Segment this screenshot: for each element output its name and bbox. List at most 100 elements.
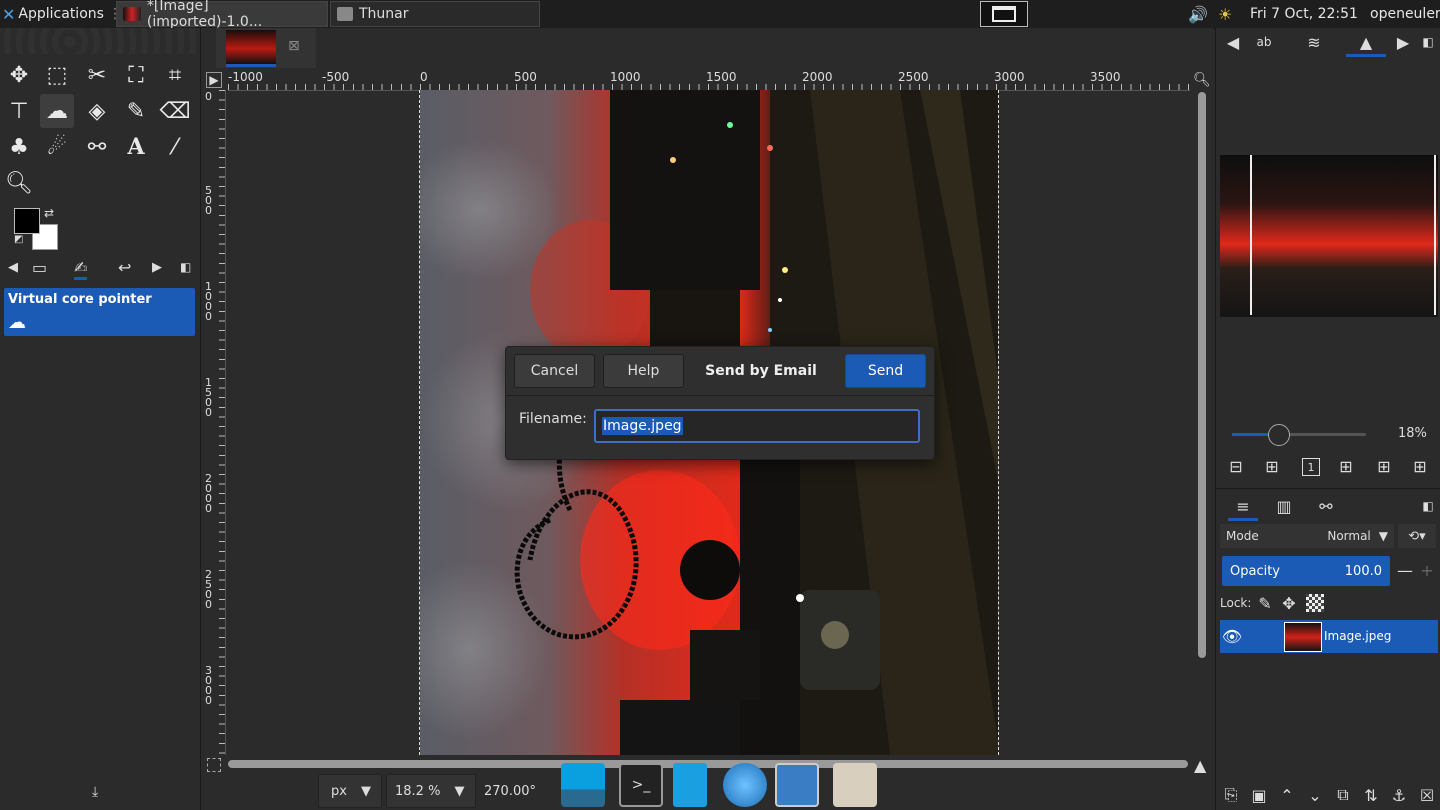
- zoom-in-icon[interactable]: ⊞: [1264, 457, 1280, 476]
- terminal-icon[interactable]: >_: [619, 763, 663, 807]
- navigate-icon[interactable]: ▲: [1194, 756, 1206, 775]
- visibility-eye-icon[interactable]: 👁︎: [1222, 626, 1242, 646]
- navigator-viewport-frame: [1250, 155, 1436, 315]
- smudge-tool-icon[interactable]: ☄: [40, 130, 74, 164]
- decrease-icon[interactable]: —: [1397, 560, 1413, 580]
- increase-icon[interactable]: +: [1420, 560, 1434, 580]
- show-desktop-icon[interactable]: [561, 763, 605, 807]
- lock-position-icon[interactable]: ✥: [1280, 594, 1298, 613]
- tab-channels-icon[interactable]: ▥: [1272, 494, 1296, 518]
- web-browser-icon[interactable]: [723, 763, 767, 807]
- tab-layers-icon[interactable]: ≡: [1228, 494, 1258, 521]
- color-picker-tool-icon[interactable]: ⁄: [158, 130, 192, 164]
- bucket-fill-tool-icon[interactable]: ◈: [80, 94, 114, 128]
- zoom-selection-icon[interactable]: ⊞: [1412, 457, 1428, 476]
- paths-tool-icon[interactable]: ⚯: [80, 130, 114, 164]
- anchor-layer-icon[interactable]: ⚓: [1390, 786, 1408, 805]
- tab-paths-icon[interactable]: ⚯: [1314, 494, 1338, 518]
- app-finder-icon[interactable]: [775, 763, 819, 807]
- paintbrush-tool-icon[interactable]: ✎: [119, 94, 153, 128]
- volume-icon[interactable]: 🔊: [1188, 0, 1208, 28]
- vertical-scrollbar[interactable]: [1198, 92, 1206, 658]
- navigator-preview[interactable]: [1220, 155, 1438, 317]
- task-label: *[Image] (imported)-1.0...: [146, 0, 263, 30]
- move-tool-icon[interactable]: ✥: [2, 58, 36, 92]
- clock[interactable]: Fri 7 Oct, 22:51: [1250, 0, 1358, 28]
- zoom-selector[interactable]: 18.2 % ▼: [386, 774, 476, 808]
- close-tab-icon[interactable]: ⊠: [288, 38, 300, 54]
- tab-undo-history-icon[interactable]: ↩: [118, 258, 131, 277]
- delete-layer-icon[interactable]: ☒: [1418, 786, 1436, 805]
- tab-menu-icon[interactable]: ◧: [1420, 32, 1436, 52]
- zoom-tool-icon[interactable]: 🔍︎: [2, 166, 36, 200]
- save-device-status-icon[interactable]: ⤓: [92, 784, 98, 800]
- tab-scroll-right-icon[interactable]: ▶: [152, 260, 162, 275]
- tab-menu-icon[interactable]: ◧: [180, 260, 191, 274]
- file-manager-icon[interactable]: [673, 763, 707, 807]
- filename-input[interactable]: Image.jpeg: [594, 409, 920, 443]
- scissors-select-tool-icon[interactable]: ✂: [80, 58, 114, 92]
- raise-layer-icon[interactable]: ⌃: [1278, 786, 1296, 805]
- lock-alpha-icon[interactable]: [1306, 594, 1324, 612]
- zoom-fill-icon[interactable]: ⊞: [1376, 457, 1392, 476]
- opacity-slider[interactable]: Opacity 100.0: [1222, 556, 1390, 586]
- new-layer-group-icon[interactable]: ▣: [1250, 786, 1268, 805]
- tab-menu-icon[interactable]: ◧: [1420, 494, 1436, 518]
- home-folder-icon[interactable]: [833, 763, 877, 807]
- tab-navigator-icon[interactable]: ▲: [1346, 30, 1386, 57]
- warp-transform-tool-icon[interactable]: ☁: [40, 94, 74, 128]
- foreground-color-swatch[interactable]: [14, 208, 40, 234]
- quick-mask-toggle[interactable]: [207, 758, 221, 772]
- cancel-button[interactable]: Cancel: [514, 354, 595, 388]
- dialog-title: Send by Email: [705, 363, 817, 379]
- unit-selector[interactable]: px ▼: [318, 774, 382, 808]
- text-tool-icon[interactable]: A: [119, 130, 153, 164]
- navigator-zoom-slider[interactable]: [1232, 424, 1366, 446]
- default-colors-icon[interactable]: ◩: [14, 234, 23, 245]
- merge-layer-icon[interactable]: ⇅: [1362, 786, 1380, 805]
- slider-knob[interactable]: [1268, 424, 1290, 446]
- fuzzy-select-tool-icon[interactable]: ⛶: [119, 58, 153, 92]
- task-thunar[interactable]: Thunar: [330, 1, 540, 27]
- tab-tool-options-icon[interactable]: ▭: [32, 258, 47, 277]
- vertical-ruler[interactable]: 0 500 1000 1500 2000 2500 3000: [203, 90, 226, 755]
- horizontal-ruler[interactable]: -1000 -500 0 500 1000 1500 2000 2500 300…: [228, 70, 1190, 91]
- swap-colors-icon[interactable]: ⇄: [44, 206, 54, 220]
- tab-device-status-icon[interactable]: ✍: [74, 258, 88, 280]
- zoom-out-icon[interactable]: ⊟: [1228, 457, 1244, 476]
- crop-tool-icon[interactable]: ⌗: [158, 58, 192, 92]
- new-layer-icon[interactable]: ⎘: [1222, 785, 1240, 804]
- unified-transform-tool-icon[interactable]: ⊤: [2, 94, 36, 128]
- tab-brushes-icon[interactable]: ≋: [1302, 32, 1326, 52]
- user-menu[interactable]: openeuler: [1370, 0, 1440, 28]
- workspace-switcher[interactable]: [980, 1, 1028, 27]
- ruler-label: -1000: [228, 70, 263, 84]
- clone-tool-icon[interactable]: ♣: [2, 130, 36, 164]
- menu-arrow-icon[interactable]: ▶: [206, 72, 222, 88]
- weather-icon[interactable]: ☀: [1218, 0, 1232, 28]
- zoom-fit-icon[interactable]: ⊞: [1338, 457, 1354, 476]
- duplicate-layer-icon[interactable]: ⧉: [1334, 785, 1352, 804]
- composite-mode-selector[interactable]: ⟲▾: [1398, 524, 1436, 548]
- filename-value: Image.jpeg: [602, 417, 683, 435]
- tab-scroll-left-icon[interactable]: ◀: [8, 260, 18, 275]
- zoom-1-1-icon[interactable]: 1: [1302, 458, 1320, 476]
- lock-pixels-icon[interactable]: ✎: [1256, 594, 1274, 613]
- opacity-value: 100.0: [1344, 563, 1382, 579]
- task-gimp-image[interactable]: *[Image] (imported)-1.0...: [116, 0, 328, 30]
- send-button[interactable]: Send: [845, 354, 926, 388]
- mode-selector[interactable]: Mode Normal ▼: [1220, 524, 1394, 548]
- help-button[interactable]: Help: [603, 354, 684, 388]
- lower-layer-icon[interactable]: ⌄: [1306, 786, 1324, 805]
- mode-label: Mode: [1226, 529, 1259, 543]
- layer-row[interactable]: 👁︎ Image.jpeg: [1220, 620, 1438, 653]
- image-tab[interactable]: ⊠: [216, 28, 316, 68]
- tab-scroll-right-icon[interactable]: ▶: [1394, 32, 1412, 52]
- applications-menu[interactable]: ✕ Applications ⋮: [2, 0, 122, 28]
- rect-select-tool-icon[interactable]: ⬚: [40, 58, 74, 92]
- zoom-navigation-icon[interactable]: 🔍︎: [1193, 72, 1211, 88]
- device-status-item[interactable]: Virtual core pointer ☁: [4, 288, 195, 336]
- tab-fonts-icon[interactable]: ab: [1252, 32, 1276, 52]
- tab-scroll-left-icon[interactable]: ◀: [1224, 32, 1242, 52]
- eraser-tool-icon[interactable]: ⌫: [158, 94, 192, 128]
